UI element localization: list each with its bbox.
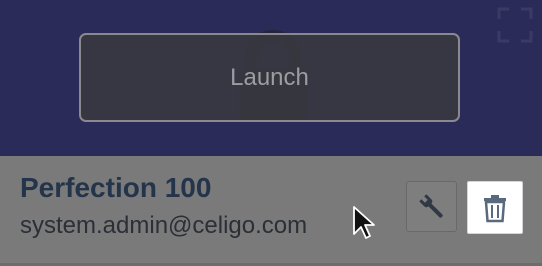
wrench-icon xyxy=(418,193,443,218)
delete-button[interactable] xyxy=(467,181,523,234)
tile-header: Launch xyxy=(0,0,542,156)
launch-button[interactable]: Launch xyxy=(79,33,460,122)
expand-icon[interactable] xyxy=(497,7,533,43)
tile-user-email: system.admin@celigo.com xyxy=(20,212,308,239)
settings-button[interactable] xyxy=(406,181,457,232)
tile-title: Perfection 100 xyxy=(20,172,212,203)
tile-footer: Perfection 100 system.admin@celigo.com xyxy=(0,156,542,266)
mouse-pointer-icon xyxy=(353,206,375,239)
trash-icon xyxy=(484,194,506,222)
integration-tile: Launch Perfection 100 system.admin@celig… xyxy=(0,0,542,266)
